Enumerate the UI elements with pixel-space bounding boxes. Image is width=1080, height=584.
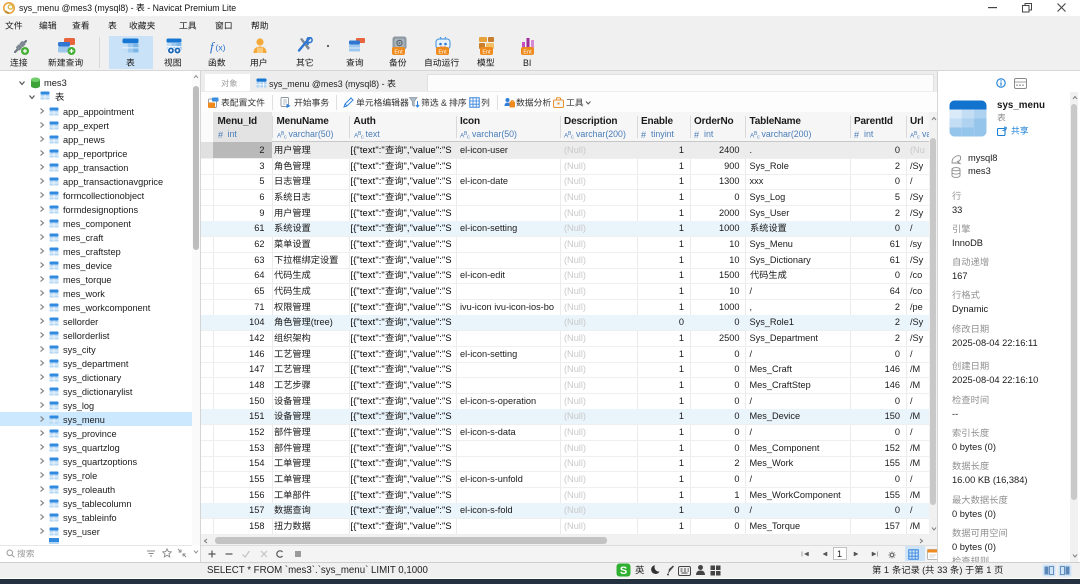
- svg-text:c: c: [361, 134, 364, 139]
- svg-text:#: #: [694, 130, 699, 139]
- svg-text:Ent: Ent: [523, 49, 532, 55]
- svg-text:c: c: [917, 134, 920, 139]
- svg-text:S: S: [620, 565, 627, 577]
- svg-text:Ent: Ent: [482, 49, 491, 55]
- svg-text:#: #: [641, 130, 646, 139]
- svg-text:Ent: Ent: [438, 49, 447, 55]
- svg-text:c: c: [467, 134, 470, 139]
- svg-text:c: c: [571, 134, 574, 139]
- svg-text:Ent: Ent: [394, 49, 403, 55]
- svg-text:#: #: [218, 130, 223, 139]
- svg-text:c: c: [757, 134, 760, 139]
- svg-text:(x): (x): [216, 43, 226, 53]
- svg-text:#: #: [854, 130, 859, 139]
- svg-text:c: c: [284, 134, 287, 139]
